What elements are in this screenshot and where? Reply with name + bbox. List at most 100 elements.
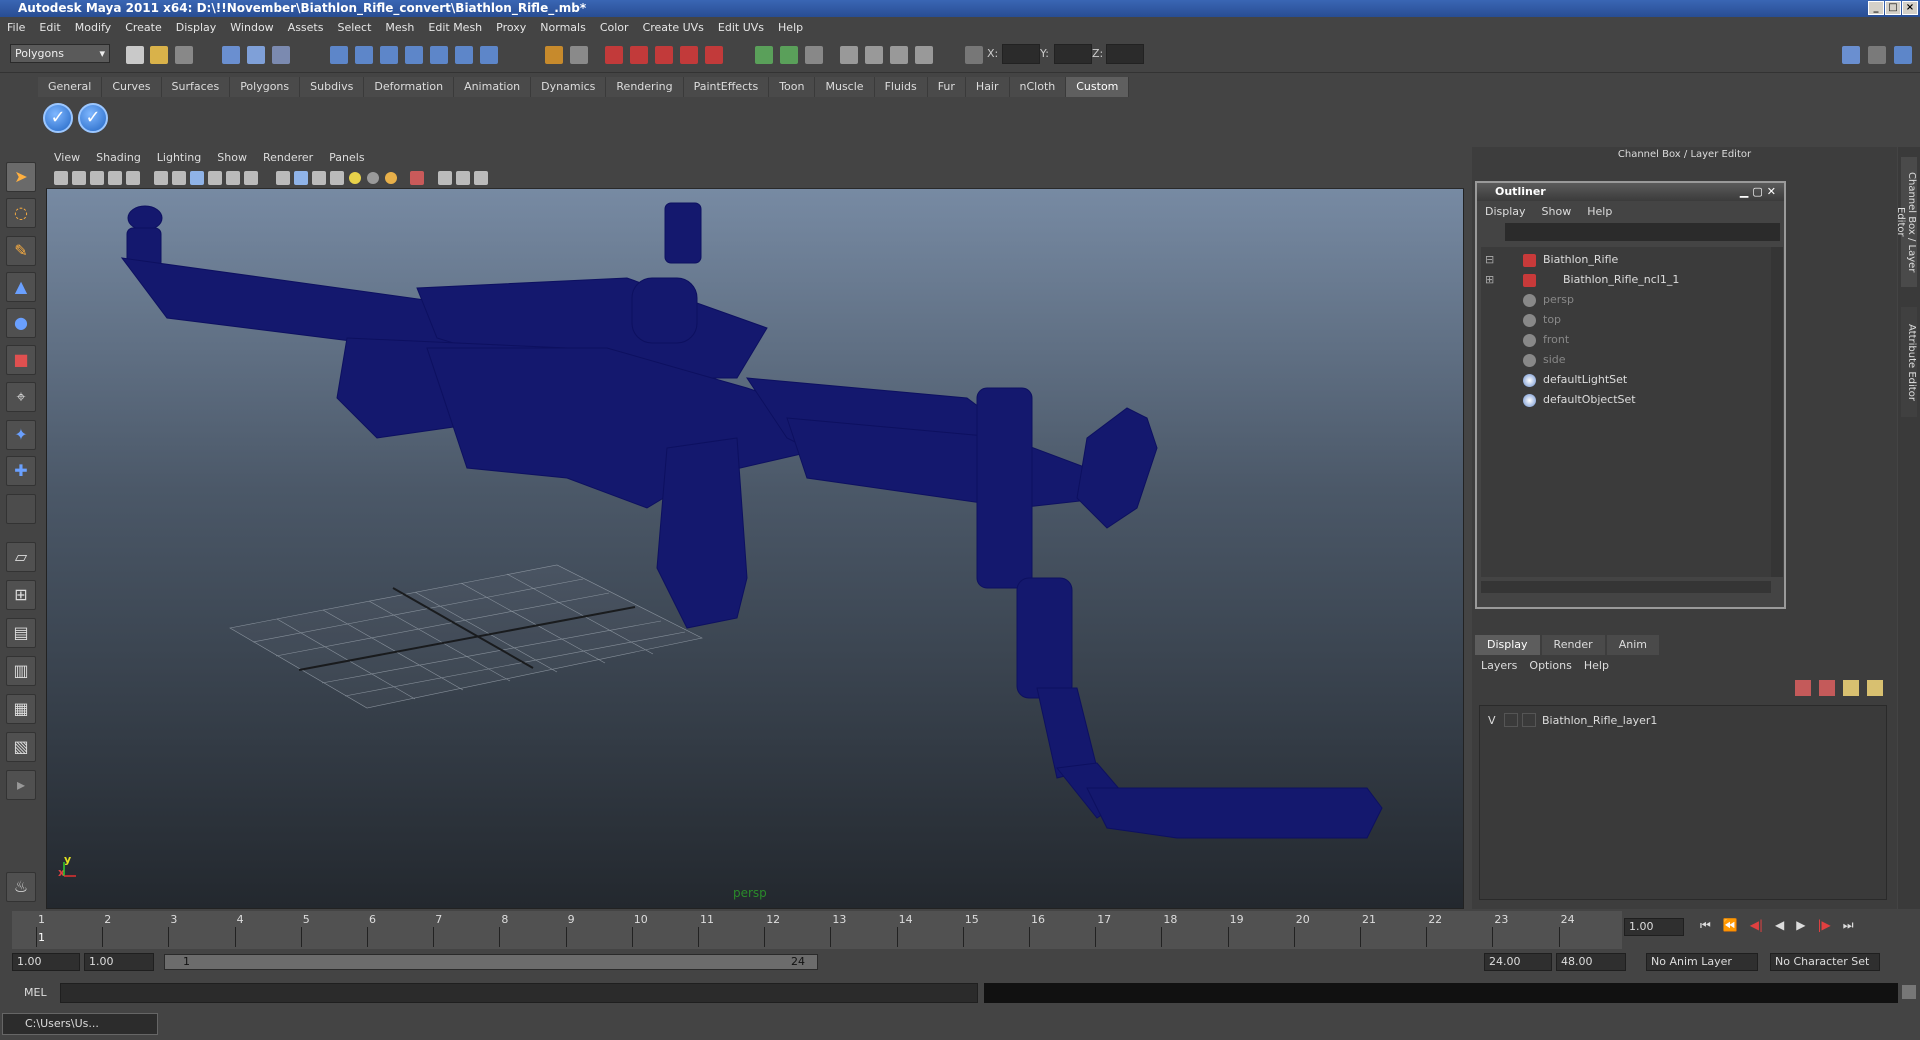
menu-window[interactable]: Window <box>223 21 280 34</box>
step-back-key-icon[interactable]: ⏪ <box>1723 918 1738 933</box>
layer-type-toggle[interactable] <box>1504 713 1518 727</box>
x-field[interactable] <box>1002 44 1040 64</box>
snap-view-plane-icon[interactable] <box>405 46 423 64</box>
step-forward-frame-icon[interactable]: |▶ <box>1818 918 1831 933</box>
move-tool-icon[interactable]: ▲ <box>6 272 36 302</box>
viewport-menu-shading[interactable]: Shading <box>88 151 149 164</box>
new-layer-icon[interactable] <box>1843 680 1859 696</box>
menu-edit-uvs[interactable]: Edit UVs <box>711 21 771 34</box>
play-forwards-icon[interactable]: ▶ <box>1796 918 1805 933</box>
last-tool-icon[interactable] <box>6 494 36 524</box>
output-ops-icon[interactable] <box>780 46 798 64</box>
y-field[interactable] <box>1054 44 1092 64</box>
shelf-tab-fluids[interactable]: Fluids <box>874 77 928 97</box>
time-slider[interactable]: 1 2 3 4 5 6 7 8 9 10 11 12 13 14 15 16 17 18 19 20 21 22 23 24 … <box>12 911 1622 949</box>
shelf-tab-rendering[interactable]: Rendering <box>606 77 684 97</box>
tab-display[interactable]: Display <box>1475 635 1540 655</box>
selection-mask-icon[interactable] <box>570 46 588 64</box>
layer-menu-options[interactable]: Options <box>1523 659 1577 672</box>
outliner-menu-display[interactable]: Display <box>1477 205 1534 218</box>
viewport-menu-panels[interactable]: Panels <box>321 151 372 164</box>
z-field[interactable] <box>1106 44 1144 64</box>
snap-curve-icon[interactable] <box>355 46 373 64</box>
select-hierarchy-icon[interactable] <box>222 46 240 64</box>
menu-help[interactable]: Help <box>771 21 810 34</box>
anim-layer-dropdown[interactable]: No Anim Layer <box>1646 953 1758 971</box>
hypershade-icon[interactable] <box>680 46 698 64</box>
move-layer-down-icon[interactable] <box>1819 680 1835 696</box>
persp-outliner-layout-icon[interactable]: ▤ <box>6 618 36 648</box>
menu-file[interactable]: File <box>0 21 32 34</box>
go-to-start-icon[interactable]: ⏮ <box>1700 918 1711 933</box>
snap-point-icon[interactable] <box>380 46 398 64</box>
layer-menu-help[interactable]: Help <box>1578 659 1615 672</box>
select-object-icon[interactable] <box>247 46 265 64</box>
playback-end-field[interactable]: 24.00 <box>1484 953 1552 971</box>
pivot-icon[interactable] <box>890 46 908 64</box>
quick-layout-icon[interactable]: ♨ <box>6 872 36 902</box>
universal-manipulator-icon[interactable]: ⌖ <box>6 382 36 412</box>
shelf-tab-polygons[interactable]: Polygons <box>230 77 301 97</box>
viewport-menu-renderer[interactable]: Renderer <box>255 151 321 164</box>
snap-grid-icon[interactable] <box>330 46 348 64</box>
outliner-window-controls[interactable]: ▁▢✕ <box>1740 183 1780 201</box>
rotate-tool-icon[interactable]: ● <box>6 308 36 338</box>
mel-label[interactable]: MEL <box>24 986 47 999</box>
render-icon[interactable] <box>605 46 623 64</box>
shelf-tab-muscle[interactable]: Muscle <box>815 77 875 97</box>
side-tab-attribute-editor[interactable]: Attribute Editor <box>1901 307 1917 417</box>
absolute-transform-icon[interactable] <box>965 46 983 64</box>
layer-visibility-toggle[interactable]: V <box>1488 714 1496 727</box>
outliner-menu-help[interactable]: Help <box>1579 205 1620 218</box>
layer-row[interactable]: V Biathlon_Rifle_layer1 <box>1480 712 1886 730</box>
menu-normals[interactable]: Normals <box>533 21 593 34</box>
uv-icon[interactable] <box>915 46 933 64</box>
construction-history-icon[interactable] <box>805 46 823 64</box>
end-time-field[interactable]: 48.00 <box>1556 953 1626 971</box>
menu-create-uvs[interactable]: Create UVs <box>636 21 711 34</box>
script-editor-icon[interactable] <box>1902 985 1916 999</box>
close-button[interactable]: × <box>1902 1 1918 15</box>
menu-set-dropdown[interactable]: Polygons ▾ <box>10 44 110 63</box>
menu-create[interactable]: Create <box>118 21 169 34</box>
move-layer-up-icon[interactable] <box>1795 680 1811 696</box>
select-tool-icon[interactable]: ➤ <box>6 162 36 192</box>
scale-tool-icon[interactable]: ■ <box>6 345 36 375</box>
menu-edit-mesh[interactable]: Edit Mesh <box>421 21 489 34</box>
side-tab-channel-box[interactable]: Channel Box / Layer Editor <box>1895 157 1917 287</box>
minimized-window-item[interactable]: C:\Users\Us... <box>2 1013 158 1035</box>
show-channel-box-icon[interactable] <box>1894 46 1912 64</box>
mel-command-input[interactable] <box>60 983 978 1003</box>
perspective-viewport[interactable] <box>46 147 1464 909</box>
viewport-menu-view[interactable]: View <box>46 151 88 164</box>
playback-start-field[interactable]: 1.00 <box>84 953 154 971</box>
hypershade-layout-icon[interactable]: ▦ <box>6 694 36 724</box>
soft-mod-tool-icon[interactable]: ✦ <box>6 420 36 450</box>
shelf-tab-painteffects[interactable]: PaintEffects <box>683 77 770 97</box>
graph-editor-layout-icon[interactable]: ▧ <box>6 732 36 762</box>
outliner-filter-field[interactable] <box>1505 223 1780 241</box>
ipr-render-icon[interactable] <box>630 46 648 64</box>
menu-color[interactable]: Color <box>593 21 636 34</box>
input-ops-icon[interactable] <box>755 46 773 64</box>
lock-icon[interactable] <box>545 46 563 64</box>
layout-options-icon[interactable]: ▸ <box>6 770 36 800</box>
new-layer-selected-icon[interactable] <box>1867 680 1883 696</box>
character-set-dropdown[interactable]: No Character Set <box>1770 953 1880 971</box>
paint-select-tool-icon[interactable]: ✎ <box>6 236 36 266</box>
shelf-tab-surfaces[interactable]: Surfaces <box>161 77 231 97</box>
current-time-field[interactable]: 1.00 <box>1624 918 1684 936</box>
shelf-tab-toon[interactable]: Toon <box>769 77 816 97</box>
shelf-tab-deformation[interactable]: Deformation <box>364 77 455 97</box>
shelf-tab-fur[interactable]: Fur <box>927 77 966 97</box>
shelf-tab-custom[interactable]: Custom <box>1066 77 1130 97</box>
shelf-tab-subdivs[interactable]: Subdivs <box>300 77 365 97</box>
shelf-tab-curves[interactable]: Curves <box>102 77 162 97</box>
show-manipulator-icon[interactable]: ✚ <box>6 456 36 486</box>
custom-shelf-check-icon-2[interactable]: ✓ <box>78 103 108 133</box>
tab-anim[interactable]: Anim <box>1606 635 1659 655</box>
single-perspective-layout-icon[interactable]: ▱ <box>6 542 36 572</box>
step-back-frame-icon[interactable]: ◀| <box>1750 918 1763 933</box>
menu-modify[interactable]: Modify <box>68 21 118 34</box>
tab-render[interactable]: Render <box>1541 635 1605 655</box>
